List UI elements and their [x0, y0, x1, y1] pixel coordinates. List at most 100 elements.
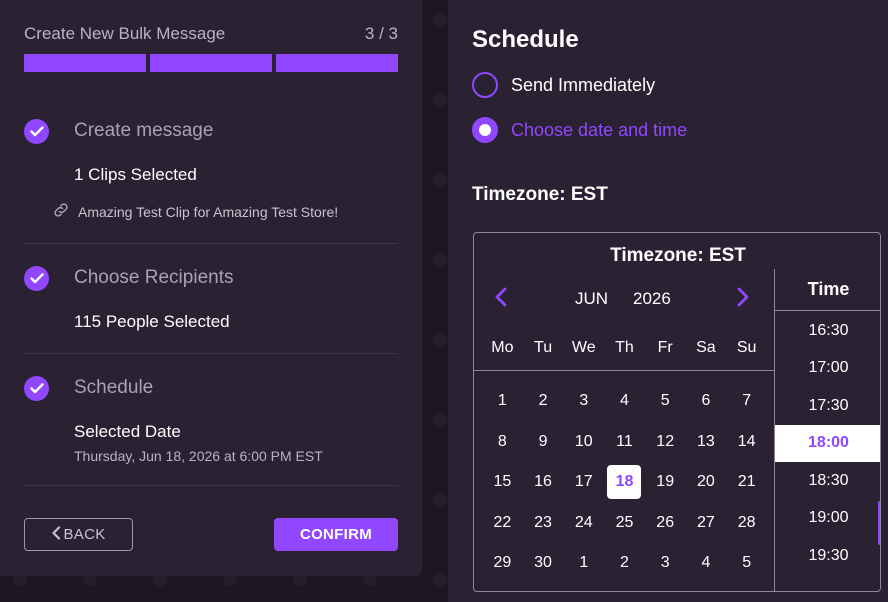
year-label[interactable]: 2026 [633, 289, 671, 309]
calendar-day[interactable]: 7 [726, 381, 767, 422]
calendar-day[interactable]: 25 [604, 503, 645, 544]
calendar-day[interactable]: 3 [563, 381, 604, 422]
option-send-immediately[interactable]: Send Immediately [472, 72, 655, 98]
calendar-day[interactable]: 18 [604, 462, 645, 503]
calendar-day[interactable]: 1 [482, 381, 523, 422]
weekday-label: Th [615, 339, 634, 356]
calendar-day-label: 17 [574, 473, 593, 491]
step-title: Choose Recipients [74, 267, 234, 288]
time-scrollbar[interactable] [878, 501, 880, 545]
radio-button[interactable] [472, 72, 498, 98]
calendar-day[interactable]: 11 [604, 422, 645, 463]
calendar-day-label: 13 [697, 432, 715, 450]
time-option[interactable]: 17:00 [775, 350, 880, 388]
calendar-day[interactable]: 28 [726, 503, 767, 544]
calendar-day[interactable]: 26 [645, 503, 686, 544]
calendar-day[interactable]: 24 [563, 503, 604, 544]
calendar-day-label: 2 [538, 392, 548, 410]
calendar-day[interactable]: 6 [686, 381, 727, 422]
calendar-day[interactable]: 13 [686, 422, 727, 463]
calendar-day[interactable]: 1 [563, 543, 604, 584]
calendar-day[interactable]: 27 [686, 503, 727, 544]
clips-selected: 1 Clips Selected [74, 165, 197, 184]
calendar-day-label: 18 [607, 465, 642, 500]
calendar-day-label: 14 [737, 432, 756, 450]
confirm-button[interactable]: CONFIRM [274, 518, 398, 551]
calendar-day-label: 22 [493, 513, 512, 531]
time-header: Time [775, 269, 880, 311]
weekday-label: Tu [534, 339, 553, 356]
weekday-label: Sa [696, 339, 716, 356]
calendar-day-label: 23 [534, 513, 552, 531]
calendar-day[interactable]: 15 [482, 462, 523, 503]
weekday-header: Mo Tu We Th Fr Sa Su [482, 339, 767, 357]
calendar-day-label: 1 [579, 554, 589, 572]
time-option[interactable]: 16:30 [775, 312, 880, 350]
time-option[interactable]: 17:30 [775, 387, 880, 425]
back-button[interactable]: BACK [24, 518, 133, 551]
calendar-day-label: 1 [497, 392, 507, 410]
calendar-day[interactable]: 2 [523, 381, 564, 422]
time-option[interactable]: 19:00 [775, 500, 880, 538]
calendar-day[interactable]: 22 [482, 503, 523, 544]
weekday-label: Su [736, 339, 757, 356]
wizard-header: Create New Bulk Message 3 / 3 [24, 24, 398, 44]
day-grid: 1 2 3 4 5 6 7 8 9 10 11 12 13 14 15 16 17 18 19 20 21 22 23 24 2… [482, 381, 767, 584]
calendar-day-label: 15 [493, 473, 512, 491]
selected-date-label: Selected Date [74, 422, 181, 441]
clip-link[interactable]: Amazing Test Clip for Amazing Test Store… [52, 201, 338, 222]
step-title: Create message [74, 120, 214, 141]
calendar-day[interactable]: 17 [563, 462, 604, 503]
weekday-label: Mo [491, 339, 514, 356]
calendar-day[interactable]: 2 [604, 543, 645, 584]
chevron-left-icon[interactable] [494, 287, 508, 312]
calendar-day[interactable]: 5 [726, 543, 767, 584]
calendar-day[interactable]: 4 [686, 543, 727, 584]
link-icon [52, 201, 70, 222]
calendar-day[interactable]: 9 [523, 422, 564, 463]
calendar-day-label: 5 [742, 554, 752, 572]
calendar-day-label: 6 [701, 392, 711, 410]
calendar-day-label: 28 [737, 513, 756, 531]
calendar-day-label: 7 [742, 392, 752, 410]
divider [24, 353, 398, 354]
progress-segment-3 [276, 54, 398, 72]
time-list: 16:30 17:00 17:30 18:00 18:30 19:00 19:30 [775, 312, 880, 575]
time-option[interactable]: 19:30 [775, 537, 880, 575]
calendar-day[interactable]: 12 [645, 422, 686, 463]
calendar-day[interactable]: 19 [645, 462, 686, 503]
calendar-day-label: 25 [615, 513, 634, 531]
calendar-day[interactable]: 23 [523, 503, 564, 544]
calendar-day[interactable]: 21 [726, 462, 767, 503]
selected-date-value: Thursday, Jun 18, 2026 at 6:00 PM EST [74, 448, 323, 464]
progress-bar [24, 54, 398, 72]
calendar-day[interactable]: 20 [686, 462, 727, 503]
calendar-day-label: 12 [656, 432, 675, 450]
calendar-day[interactable]: 14 [726, 422, 767, 463]
back-label: BACK [63, 526, 106, 543]
calendar-day[interactable]: 16 [523, 462, 564, 503]
clip-link-text: Amazing Test Clip for Amazing Test Store… [78, 203, 339, 220]
calendar-day[interactable]: 30 [523, 543, 564, 584]
calendar-day[interactable]: 4 [604, 381, 645, 422]
calendar-day[interactable]: 3 [645, 543, 686, 584]
calendar-day[interactable]: 5 [645, 381, 686, 422]
month-label[interactable]: JUN [575, 289, 608, 309]
calendar-day[interactable]: 8 [482, 422, 523, 463]
time-option[interactable]: 18:00 [775, 424, 880, 462]
calendar-day-label: 29 [493, 554, 512, 572]
calendar-day-label: 8 [497, 432, 507, 450]
option-choose-date-time[interactable]: Choose date and time [472, 117, 687, 143]
time-column: Time 16:30 17:00 17:30 18:00 18:30 19:00 19:30 [774, 269, 880, 591]
calendar-day[interactable]: 10 [563, 422, 604, 463]
calendar-day-label: 4 [701, 554, 711, 572]
chevron-right-icon[interactable] [736, 287, 750, 312]
month-navigation: JUN 2026 [474, 287, 775, 311]
option-label: Choose date and time [511, 119, 688, 140]
calendar-day-label: 3 [579, 392, 589, 410]
calendar-day[interactable]: 29 [482, 543, 523, 584]
time-option[interactable]: 18:30 [775, 462, 880, 500]
divider [24, 243, 398, 244]
radio-button-selected[interactable] [472, 117, 498, 143]
progress-segment-1 [24, 54, 146, 72]
